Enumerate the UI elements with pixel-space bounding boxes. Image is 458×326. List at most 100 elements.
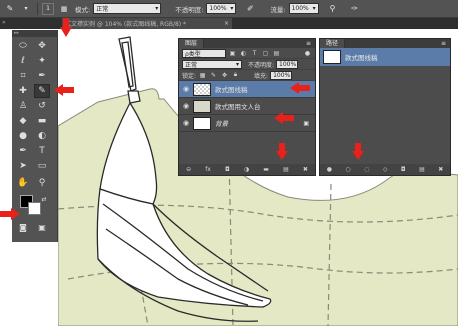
dodge-tool-icon[interactable]: ◐ [34,129,50,143]
flow-label: 流量: [270,5,286,14]
annotation-arrow-icon [54,84,74,96]
opacity-label: 不透明度: [175,5,204,14]
load-as-selection-icon[interactable]: ◌ [364,166,369,173]
chevron-down-icon: ▾ [312,5,316,12]
annotation-arrow-icon [0,208,20,220]
hand-tool-icon[interactable]: ✋ [15,176,31,190]
swap-colors-icon[interactable]: ⇄ [36,192,52,206]
fill-field[interactable]: 100% [270,70,293,80]
type-tool-icon[interactable]: T [34,144,50,158]
opacity-field[interactable]: 100% ▾ [206,3,237,14]
blur-tool-icon[interactable]: ● [15,129,31,143]
collapse-icon[interactable]: « [2,19,6,26]
layer-row[interactable]: ◉ 款式图用文人台 [179,98,315,115]
screen-mode-icon[interactable]: ▣ [34,220,50,234]
layer-style-icon[interactable]: fx [205,166,211,173]
mode-value: 正常 [96,6,109,13]
blend-mode-select[interactable]: 正常 ▾ [182,59,242,69]
layers-footer: ⊖ fx ◘ ◑ ▬ ▤ ✖ [179,164,315,175]
brush-size-picker[interactable]: 1 [42,2,54,15]
fill-path-icon[interactable]: ● [327,166,332,173]
gradient-icon[interactable]: ▬ [34,114,50,128]
path-thumbnail [323,50,341,64]
fill-label: 填充: [254,72,269,80]
panel-menu-icon[interactable]: ≡ [306,40,311,47]
brush-tool-icon[interactable]: ✎ [34,84,50,98]
filter-type-icon[interactable]: T [250,49,259,58]
eye-icon[interactable]: ◉ [179,102,193,110]
layers-panel-header: 图层 ≡ [179,39,315,48]
add-mask-icon[interactable]: ◘ [225,166,230,173]
photoshop-window: ✎ ▾ 1 ▦ 模式: 正常 ▾ 不透明度: 100% ▾ ✐ 流量: 100% ▾ … [0,0,458,326]
magic-wand-icon[interactable]: ✦ [34,54,50,68]
divider [37,2,38,15]
lasso-tool-icon[interactable]: ℓ [15,54,31,68]
clone-stamp-icon[interactable]: ♙ [15,99,31,113]
pressure-size-icon[interactable]: ✑ [349,3,361,15]
close-tab-icon[interactable]: × [224,20,229,27]
layer-row[interactable]: ◉ 背景 ▣ [179,115,315,132]
path-selection-icon[interactable]: ➤ [15,159,31,173]
panel-menu-icon[interactable]: ≡ [441,40,446,47]
marquee-tool-icon[interactable]: ⬭ [15,39,31,53]
mode-label: 模式: [75,5,91,14]
filter-type-select[interactable]: ρ类型 [182,48,226,58]
history-brush-icon[interactable]: ↺ [34,99,50,113]
lock-icon[interactable]: 🔒︎ [231,71,240,80]
layer-opacity-value: 100% [279,60,297,68]
brush-panel-toggle-icon[interactable]: ▦ [58,3,70,15]
lock-label: 锁定: [182,72,197,80]
eye-icon[interactable]: ◉ [179,119,193,127]
layer-name: 款式图用文人台 [215,103,261,111]
new-path-icon[interactable]: ▤ [419,166,425,173]
pen-tool-icon[interactable]: ✒ [15,144,31,158]
zoom-tool-icon[interactable]: ⚲ [34,176,50,190]
adjustment-layer-icon[interactable]: ◑ [244,166,249,173]
link-layers-icon[interactable]: ⊖ [186,166,191,173]
paths-panel-header: 路径 ≡ [320,39,450,48]
tab-paths[interactable]: 路径 [320,39,346,48]
chevron-down-icon[interactable]: ▾ [20,3,32,15]
filter-type-value: ρ类型 [185,50,201,58]
layers-lock-row: 锁定: ▦ ✎ ✥ 🔒︎ 填充: 100% [179,70,315,81]
new-layer-icon[interactable]: ▤ [283,166,289,173]
pressure-opacity-icon[interactable]: ✐ [244,3,256,15]
mode-select[interactable]: 正常 ▾ [93,3,162,14]
delete-layer-icon[interactable]: ✖ [303,166,308,173]
lock-icon: ▣ [303,119,309,127]
annotation-arrow-icon [290,82,310,94]
layer-thumbnail [193,99,211,113]
airbrush-icon[interactable]: ⚲ [327,3,339,15]
add-mask-icon[interactable]: ◘ [401,166,406,173]
eye-icon[interactable]: ◉ [179,85,193,93]
shape-tool-icon[interactable]: ▭ [34,159,50,173]
filter-pixel-icon[interactable]: ▣ [228,49,237,58]
lock-position-icon[interactable]: ✥ [220,71,229,80]
healing-brush-icon[interactable]: ✚ [15,84,31,98]
layer-opacity-field[interactable]: 100% [276,59,299,69]
lock-transparent-icon[interactable]: ▦ [198,71,207,80]
quick-mask-icon[interactable]: ◙ [15,220,31,234]
flow-value: 100% [291,5,309,12]
document-tab-title: 式文襟实例 @ 104% (款式图线稿, RGB/8) * [65,21,187,28]
filter-adjustment-icon[interactable]: ◐ [239,49,248,58]
annotation-arrow-icon [274,112,294,124]
lock-image-icon[interactable]: ✎ [209,71,218,80]
new-group-icon[interactable]: ▬ [263,166,269,173]
stroke-path-icon[interactable]: ○ [345,166,350,173]
tab-layers[interactable]: 图层 [179,39,205,48]
filter-toggle-icon[interactable]: ● [303,49,312,58]
document-tab[interactable]: 式文襟实例 @ 104% (款式图线稿, RGB/8) * × [62,18,232,29]
crop-tool-icon[interactable]: ⌗ [15,69,31,83]
chevron-down-icon: ▾ [230,5,234,12]
brush-tool-preset-icon[interactable]: ✎ [4,3,16,15]
filter-shape-icon[interactable]: ▢ [261,49,270,58]
flow-field[interactable]: 100% ▾ [288,3,319,14]
eyedropper-icon[interactable]: ✒ [34,69,50,83]
path-row[interactable]: 款式图线稿 [320,48,450,66]
move-tool-icon[interactable]: ✥ [34,39,50,53]
make-work-path-icon[interactable]: ◇ [383,166,388,173]
delete-path-icon[interactable]: ✖ [438,166,443,173]
eraser-icon[interactable]: ◆ [15,114,31,128]
filter-smart-object-icon[interactable]: ▤ [272,49,281,58]
